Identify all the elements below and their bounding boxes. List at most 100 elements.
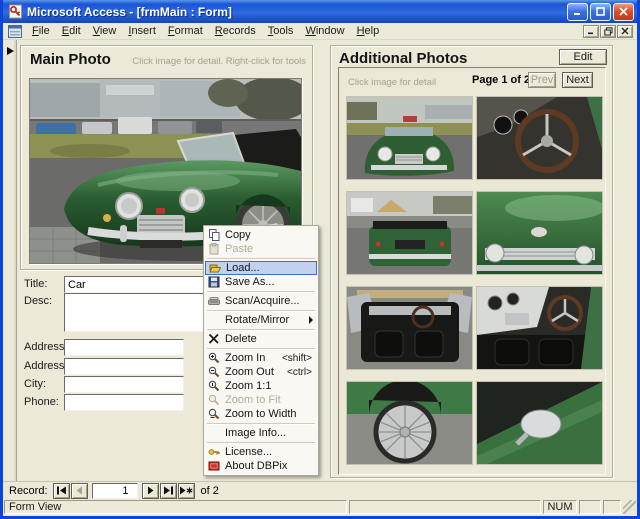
submenu-arrow-icon	[309, 316, 313, 324]
menu-separator	[207, 329, 315, 330]
thumbnail-interior-dashboard[interactable]	[476, 286, 603, 370]
current-record-arrow-icon	[7, 47, 14, 55]
last-record-button[interactable]	[160, 483, 177, 499]
city-field-label: City:	[24, 378, 46, 390]
main-photo-hint: Click image for detail. Right-click for …	[132, 56, 306, 67]
thumbnail-grid	[346, 96, 603, 465]
minimize-icon	[573, 7, 582, 16]
menu-format[interactable]: Format	[162, 24, 209, 39]
scanner-icon	[207, 295, 221, 307]
record-selector-bar[interactable]	[4, 40, 17, 481]
menu-item-scan-acquire[interactable]: Scan/Acquire...	[205, 294, 317, 308]
menu-separator	[207, 310, 315, 311]
key-icon	[207, 446, 221, 458]
menu-item-paste: Paste	[205, 242, 317, 256]
mdi-close-button[interactable]	[617, 25, 633, 38]
menu-tools[interactable]: Tools	[262, 24, 300, 39]
minimize-button[interactable]	[567, 3, 588, 21]
desc-field[interactable]	[64, 293, 208, 332]
additional-photos-heading: Additional Photos	[339, 50, 467, 67]
additional-photos-group: Additional Photos Edit Click image for d…	[330, 45, 613, 478]
menu-separator	[207, 423, 315, 424]
mdi-close-icon	[621, 27, 629, 35]
access-app-icon	[8, 4, 23, 19]
menu-separator	[207, 291, 315, 292]
zoom-1-1-icon	[207, 380, 221, 392]
car-rear-view-picture	[347, 192, 472, 274]
menu-edit[interactable]: Edit	[56, 24, 87, 39]
zoom-fit-icon	[207, 394, 221, 406]
thumbnail-door-mirror-closeup[interactable]	[476, 381, 603, 465]
first-record-button[interactable]	[53, 483, 70, 499]
menu-view[interactable]: View	[87, 24, 123, 39]
resize-grip[interactable]	[623, 500, 636, 514]
title-field[interactable]	[64, 276, 208, 293]
status-empty-panel	[349, 500, 541, 514]
interior-dashboard-picture	[477, 287, 602, 369]
next-record-button[interactable]	[142, 483, 159, 499]
menu-item-rotate-mirror[interactable]: Rotate/Mirror	[205, 313, 317, 327]
last-record-icon	[163, 486, 174, 495]
thumbnail-car-rear-view[interactable]	[346, 191, 473, 275]
menu-file[interactable]: File	[26, 24, 56, 39]
city-field[interactable]	[64, 376, 184, 393]
menu-records[interactable]: Records	[209, 24, 262, 39]
status-bar: Form View NUM	[3, 499, 637, 516]
menu-item-zoom-1-1[interactable]: Zoom 1:1	[205, 379, 317, 393]
menu-item-license[interactable]: License...	[205, 445, 317, 459]
menu-item-load[interactable]: Load...	[205, 261, 317, 275]
wire-wheel-picture	[347, 382, 472, 464]
menu-item-delete[interactable]: Delete	[205, 332, 317, 346]
menu-item-about-dbpix[interactable]: About DBPix	[205, 459, 317, 473]
mdi-minimize-button[interactable]	[583, 25, 599, 38]
next-record-icon	[146, 486, 155, 495]
menu-item-save-as[interactable]: Save As...	[205, 275, 317, 289]
menu-item-zoom-to-width[interactable]: Zoom to Width	[205, 407, 317, 421]
address1-field[interactable]	[64, 339, 184, 356]
form-window-icon	[8, 25, 22, 38]
first-record-icon	[56, 486, 67, 495]
menu-insert[interactable]: Insert	[122, 24, 162, 39]
edit-button[interactable]: Edit	[559, 49, 607, 65]
additional-photos-panel: Click image for detail Page 1 of 2 Prev …	[338, 67, 606, 475]
thumbnail-wire-wheel-closeup[interactable]	[346, 381, 473, 465]
thumbnail-cockpit-top-view[interactable]	[346, 286, 473, 370]
title-bar[interactable]: Microsoft Access - [frmMain : Form]	[3, 0, 637, 23]
record-nav-label: Record:	[9, 485, 48, 497]
menu-window[interactable]: Window	[299, 24, 350, 39]
next-page-button[interactable]: Next	[562, 72, 593, 88]
new-record-button[interactable]	[178, 483, 195, 499]
thumbnail-car-front-view[interactable]	[346, 96, 473, 180]
thumbnail-steering-wheel-closeup[interactable]	[476, 96, 603, 180]
open-folder-icon	[208, 262, 222, 274]
zoom-out-icon	[207, 366, 221, 378]
menu-item-copy[interactable]: Copy	[205, 228, 317, 242]
steering-wheel-picture	[477, 97, 602, 179]
cockpit-top-view-picture	[347, 287, 472, 369]
menu-item-zoom-to-fit: Zoom to Fit	[205, 393, 317, 407]
record-navigation-bar: Record: of 2	[3, 481, 637, 499]
close-button[interactable]	[613, 3, 634, 21]
status-view-mode: Form View	[4, 500, 347, 514]
menu-item-zoom-in[interactable]: Zoom In <shift>	[205, 351, 317, 365]
zoom-in-icon	[207, 352, 221, 364]
thumbnail-bonnet-closeup[interactable]	[476, 191, 603, 275]
menu-bar: File Edit View Insert Format Records Too…	[3, 23, 637, 40]
record-count-label: of 2	[201, 485, 219, 497]
zoom-width-icon	[207, 408, 221, 420]
door-mirror-picture	[477, 382, 602, 464]
maximize-button[interactable]	[590, 3, 611, 21]
address2-field[interactable]	[64, 358, 184, 375]
status-empty-panel	[579, 500, 601, 514]
menu-item-image-info[interactable]: Image Info...	[205, 426, 317, 440]
additional-photos-hint: Click image for detail	[348, 77, 436, 88]
menu-help[interactable]: Help	[351, 24, 386, 39]
current-record-input[interactable]	[92, 483, 138, 499]
phone-field[interactable]	[64, 394, 184, 411]
dbpix-context-menu: Copy Paste Load... Save As... Scan/Acqui…	[203, 225, 319, 476]
menu-item-zoom-out[interactable]: Zoom Out <ctrl>	[205, 365, 317, 379]
mdi-restore-button[interactable]	[600, 25, 616, 38]
form-view-area: Main Photo Click image for detail. Right…	[3, 40, 637, 481]
page-indicator: Page 1 of 2	[472, 74, 530, 86]
phone-field-label: Phone:	[24, 396, 59, 408]
